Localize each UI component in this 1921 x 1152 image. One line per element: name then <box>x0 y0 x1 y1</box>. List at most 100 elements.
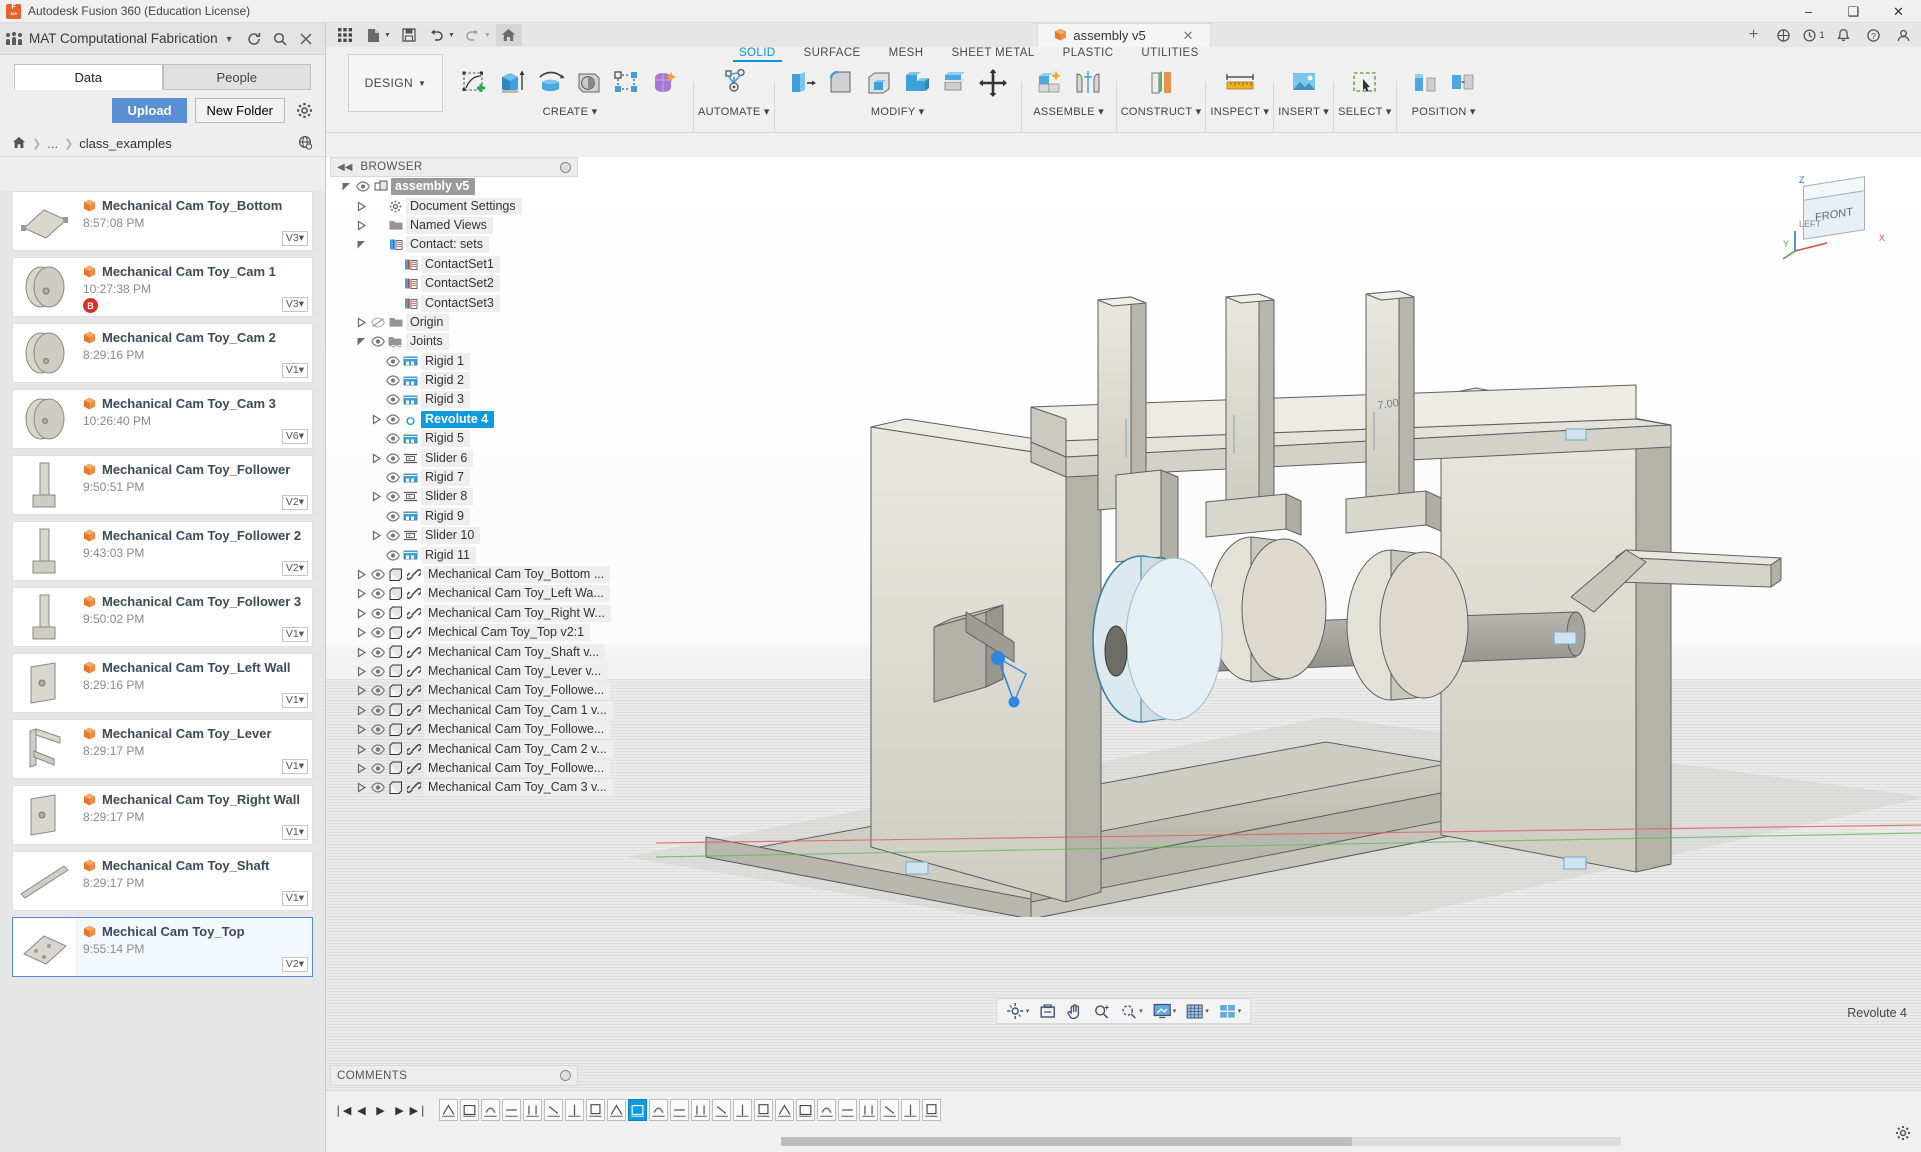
tree-node[interactable]: Revolute 4 <box>330 410 578 429</box>
new-document-icon[interactable] <box>360 24 386 46</box>
tree-node[interactable]: Mechanical Cam Toy_Shaft v... <box>330 642 578 661</box>
visibility-toggle-icon[interactable] <box>385 510 400 522</box>
expand-toggle-icon[interactable] <box>371 511 382 522</box>
file-item[interactable]: Mechanical Cam Toy_Lever8:29:17 PMV1▾ <box>12 719 313 779</box>
position-icon[interactable] <box>1445 63 1481 103</box>
file-version-badge[interactable]: V3▾ <box>282 231 308 246</box>
file-version-badge[interactable]: V2▾ <box>282 957 308 972</box>
visibility-toggle-icon[interactable] <box>370 627 385 639</box>
timeline-first-button[interactable]: ❘◀ <box>334 1098 351 1122</box>
tree-node[interactable]: Joints <box>330 332 578 351</box>
tree-node[interactable]: Rigid 3 <box>330 390 578 409</box>
file-version-badge[interactable]: V1▾ <box>282 759 308 774</box>
timeline-feature[interactable] <box>670 1099 689 1121</box>
minimize-button[interactable]: – <box>1786 0 1831 23</box>
orbit-icon[interactable]: ▾ <box>1003 1000 1033 1022</box>
expand-toggle-icon[interactable] <box>356 588 367 599</box>
tree-node[interactable]: Mechanical Cam Toy_Followe... <box>330 720 578 739</box>
tree-node[interactable]: ContactSet3 <box>330 293 578 312</box>
viewports-icon[interactable]: ▾ <box>1216 1000 1245 1022</box>
collapse-icon[interactable]: ◀◀ <box>337 162 352 173</box>
tree-node[interactable]: Mechanical Cam Toy_Bottom ... <box>330 565 578 584</box>
insert-mcmaster-icon[interactable] <box>1286 63 1322 103</box>
panel-label-inspect[interactable]: INSPECT ▾ <box>1210 105 1269 118</box>
workspace-selector[interactable]: DESIGN ▼ <box>348 54 443 112</box>
file-version-badge[interactable]: V2▾ <box>282 495 308 510</box>
timeline-feature[interactable] <box>880 1099 899 1121</box>
measure-icon[interactable] <box>1222 63 1258 103</box>
bell-icon[interactable] <box>1830 24 1857 46</box>
tab-utilities[interactable]: UTILITIES <box>1127 47 1212 59</box>
fillet-icon[interactable] <box>823 63 859 103</box>
close-button[interactable]: ✕ <box>1876 0 1921 23</box>
close-panel-icon[interactable] <box>293 26 319 52</box>
file-version-badge[interactable]: V1▾ <box>282 627 308 642</box>
align-icon[interactable] <box>1407 63 1443 103</box>
tree-node[interactable]: Named Views <box>330 216 578 235</box>
fit-icon[interactable]: ▾ <box>1117 1000 1146 1022</box>
visibility-toggle-icon[interactable] <box>385 413 400 425</box>
tree-node[interactable]: Mechanical Cam Toy_Right W... <box>330 604 578 623</box>
visibility-toggle-icon[interactable] <box>370 665 385 677</box>
file-item[interactable]: Mechical Cam Toy_Top9:55:14 PMV2▾ <box>12 917 313 977</box>
expand-toggle-icon[interactable] <box>371 550 382 561</box>
tree-node[interactable]: Rigid 9 <box>330 507 578 526</box>
redo-chevron-down-icon[interactable]: ▼ <box>484 32 491 39</box>
tree-node[interactable]: Mechical Cam Toy_Top v2:1 <box>330 623 578 642</box>
tree-node[interactable]: ContactSet1 <box>330 255 578 274</box>
file-version-badge[interactable]: V6▾ <box>282 429 308 444</box>
file-item[interactable]: Mechanical Cam Toy_Left Wall8:29:16 PMV1… <box>12 653 313 713</box>
view-cube[interactable]: FRONT LEFT Z X Y <box>1781 173 1891 253</box>
visibility-toggle-icon[interactable] <box>385 530 400 542</box>
close-document-icon[interactable]: ✕ <box>1183 28 1194 44</box>
tab-surface[interactable]: SURFACE <box>790 47 875 59</box>
create-sketch-icon[interactable] <box>457 63 493 103</box>
timeline-feature[interactable] <box>796 1099 815 1121</box>
visibility-toggle-icon[interactable] <box>370 724 385 736</box>
timeline-feature[interactable] <box>502 1099 521 1121</box>
file-item[interactable]: Mechanical Cam Toy_Cam 310:26:40 PMV6▾ <box>12 389 313 449</box>
move-copy-icon[interactable] <box>975 63 1011 103</box>
tree-node[interactable]: Slider 10 <box>330 526 578 545</box>
jobs-status-icon[interactable]: 1 <box>1800 24 1827 46</box>
expand-toggle-icon[interactable] <box>356 220 367 231</box>
tree-node[interactable]: Mechanical Cam Toy_Left Wa... <box>330 584 578 603</box>
expand-toggle-icon[interactable] <box>371 472 382 483</box>
extensions-icon[interactable] <box>1770 24 1797 46</box>
viewport-3d[interactable]: 7.00 ◀◀ BROWSER assemb <box>326 157 1921 1090</box>
app-grid-icon[interactable] <box>332 24 358 46</box>
visibility-toggle-icon[interactable] <box>355 181 370 193</box>
timeline-last-button[interactable]: ▶❘ <box>410 1098 427 1122</box>
timeline-feature[interactable] <box>901 1099 920 1121</box>
look-at-icon[interactable] <box>1036 1000 1059 1022</box>
timeline-feature[interactable] <box>628 1099 647 1121</box>
visibility-toggle-icon[interactable] <box>385 355 400 367</box>
breadcrumb-ellipsis[interactable]: ... <box>47 136 58 151</box>
expand-toggle-icon[interactable] <box>356 647 367 658</box>
visibility-toggle-icon[interactable] <box>370 782 385 794</box>
tab-sheet-metal[interactable]: SHEET METAL <box>937 47 1048 59</box>
gear-icon[interactable] <box>293 100 315 122</box>
visibility-toggle-icon[interactable] <box>370 316 385 328</box>
visibility-toggle-icon[interactable] <box>370 646 385 658</box>
timeline-feature[interactable] <box>712 1099 731 1121</box>
pattern-icon[interactable] <box>609 63 645 103</box>
navigation-bar[interactable]: ▾ ▾ ▾ ▾ <box>996 998 1252 1024</box>
file-item[interactable]: Mechanical Cam Toy_Follower 29:43:03 PMV… <box>12 521 313 581</box>
search-icon[interactable] <box>267 26 293 52</box>
offset-face-icon[interactable] <box>937 63 973 103</box>
expand-toggle-icon[interactable] <box>356 608 367 619</box>
timeline-feature[interactable] <box>481 1099 500 1121</box>
timeline-feature[interactable] <box>838 1099 857 1121</box>
expand-toggle-icon[interactable] <box>371 394 382 405</box>
visibility-toggle-icon[interactable] <box>370 336 385 348</box>
file-version-badge[interactable]: V3▾ <box>282 297 308 312</box>
tree-node[interactable]: Slider 6 <box>330 448 578 467</box>
new-document-chevron-down-icon[interactable]: ▼ <box>384 32 391 39</box>
revolve-icon[interactable] <box>533 63 569 103</box>
file-version-badge[interactable]: V1▾ <box>282 825 308 840</box>
expand-toggle-icon[interactable] <box>356 705 367 716</box>
visibility-toggle-icon[interactable] <box>385 452 400 464</box>
tab-mesh[interactable]: MESH <box>875 47 938 59</box>
visibility-toggle-icon[interactable] <box>370 588 385 600</box>
